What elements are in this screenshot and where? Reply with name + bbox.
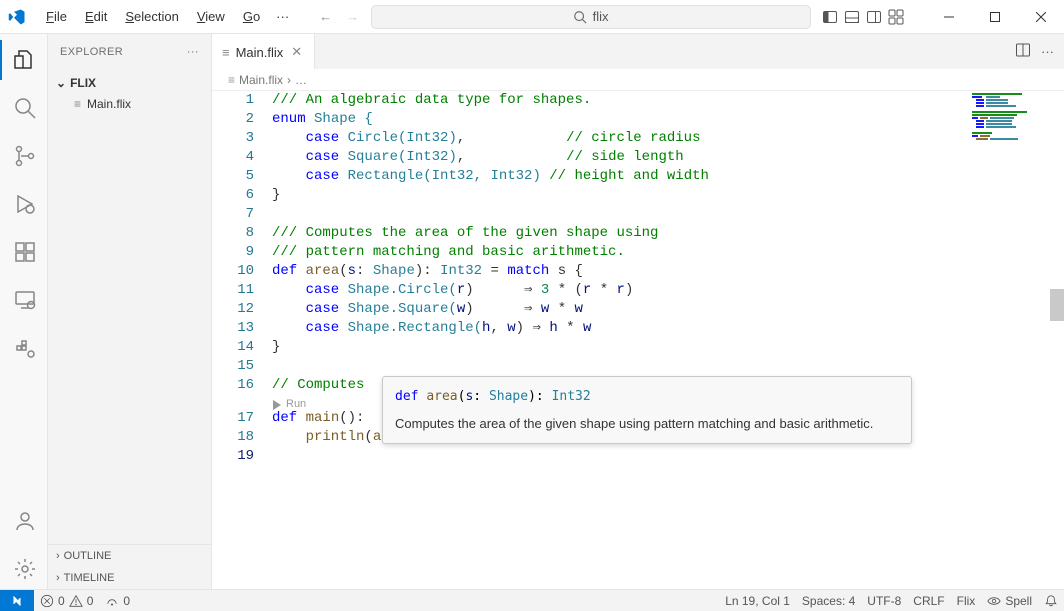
toggle-secondary-sidebar-icon[interactable] — [866, 9, 882, 25]
codelens-run[interactable]: Run — [272, 395, 306, 414]
activity-bar — [0, 34, 48, 589]
status-spaces[interactable]: Spaces: 4 — [796, 594, 861, 608]
customize-layout-icon[interactable] — [888, 9, 904, 25]
activity-explorer[interactable] — [0, 40, 48, 80]
activity-run-debug[interactable] — [0, 184, 48, 224]
status-lncol[interactable]: Ln 19, Col 1 — [719, 594, 796, 608]
tab-label: Main.flix — [236, 45, 284, 60]
timeline-section[interactable]: › TIMELINE — [48, 567, 211, 589]
search-text: flix — [593, 9, 609, 24]
window-maximize[interactable] — [972, 0, 1018, 34]
folder-root[interactable]: ⌄ FLIX — [48, 73, 211, 93]
breadcrumb-file: Main.flix — [239, 73, 283, 87]
menu-overflow[interactable]: ··· — [270, 5, 295, 28]
bell-icon — [1044, 594, 1058, 608]
hover-signature: def area(s: Shape): Int32 — [395, 387, 899, 406]
hover-doc: Computes the area of the given shape usi… — [395, 414, 899, 433]
window-minimize[interactable] — [926, 0, 972, 34]
status-problems[interactable]: 0 0 — [34, 590, 99, 611]
editor-tabs: ≡ Main.flix ✕ ··· — [212, 34, 1064, 69]
menu-view[interactable]: ViewView — [189, 5, 233, 28]
toggle-panel-icon[interactable] — [844, 9, 860, 25]
play-icon — [272, 400, 282, 410]
line-gutter: 12345678910111213141516 171819 — [212, 91, 272, 589]
title-bar: FFileile EditEdit SelectionSelection Vie… — [0, 0, 1064, 34]
command-center-search[interactable]: flix — [371, 5, 811, 29]
status-spell[interactable]: Spell — [981, 594, 1038, 608]
vscode-logo-icon — [0, 8, 34, 26]
chevron-right-icon: › — [56, 572, 60, 584]
status-language[interactable]: Flix — [951, 594, 982, 608]
file-tree-item[interactable]: ≡ Main.flix — [48, 95, 211, 113]
window-controls — [926, 0, 1064, 34]
editor-more-icon[interactable]: ··· — [1041, 44, 1054, 59]
file-icon: ≡ — [74, 97, 81, 111]
split-editor-icon[interactable] — [1015, 42, 1031, 61]
activity-remote-explorer[interactable] — [0, 280, 48, 320]
window-close[interactable] — [1018, 0, 1064, 34]
activity-accounts[interactable] — [0, 501, 48, 541]
activity-search[interactable] — [0, 88, 48, 128]
editor-scrollbar[interactable] — [1050, 91, 1064, 589]
status-notifications[interactable] — [1038, 594, 1064, 608]
chevron-down-icon: ⌄ — [56, 76, 66, 90]
status-ports[interactable]: 0 — [99, 590, 136, 611]
explorer-title: EXPLORER — [60, 46, 123, 58]
activity-extensions[interactable] — [0, 232, 48, 272]
search-icon — [573, 10, 587, 24]
activity-docker[interactable] — [0, 328, 48, 368]
menu-go[interactable]: GoGo — [235, 5, 268, 28]
hover-tooltip: def area(s: Shape): Int32 Computes the a… — [382, 376, 912, 444]
outline-section[interactable]: › OUTLINE — [48, 545, 211, 567]
eye-icon — [987, 594, 1001, 608]
editor-group: ≡ Main.flix ✕ ··· ≡ Main.flix › … 123456… — [212, 34, 1064, 589]
breadcrumb-sep: › — [287, 73, 291, 87]
file-icon: ≡ — [228, 73, 235, 87]
menu-file[interactable]: FFileile — [38, 5, 75, 28]
toggle-primary-sidebar-icon[interactable] — [822, 9, 838, 25]
history-nav: ← → — [319, 9, 359, 24]
status-errors-count: 0 — [58, 594, 65, 608]
folder-root-label: FLIX — [70, 76, 96, 90]
status-eol[interactable]: CRLF — [907, 594, 950, 608]
breadcrumb-more: … — [295, 73, 307, 87]
menu-selection[interactable]: SelectionSelection — [117, 5, 186, 28]
remote-indicator[interactable] — [0, 590, 34, 611]
timeline-label: TIMELINE — [64, 572, 115, 584]
outline-label: OUTLINE — [64, 550, 112, 562]
explorer-sidebar: EXPLORER ··· ⌄ FLIX ≡ Main.flix › OUTLIN… — [48, 34, 212, 589]
code-content[interactable]: /// An algebraic data type for shapes. e… — [272, 91, 1064, 589]
menu-edit[interactable]: EditEdit — [77, 5, 115, 28]
breadcrumbs[interactable]: ≡ Main.flix › … — [212, 69, 1064, 91]
chevron-right-icon: › — [56, 550, 60, 562]
explorer-more-icon[interactable]: ··· — [187, 46, 199, 58]
scrollbar-thumb[interactable] — [1050, 289, 1064, 321]
layout-controls — [822, 9, 904, 25]
codelens-run-label: Run — [286, 395, 306, 414]
activity-source-control[interactable] — [0, 136, 48, 176]
status-ports-count: 0 — [123, 594, 130, 608]
file-name: Main.flix — [87, 97, 131, 111]
editor-tab[interactable]: ≡ Main.flix ✕ — [212, 34, 315, 69]
status-warnings-count: 0 — [87, 594, 94, 608]
tab-close-icon[interactable]: ✕ — [289, 42, 304, 62]
status-encoding[interactable]: UTF-8 — [861, 594, 907, 608]
file-icon: ≡ — [222, 45, 230, 60]
nav-forward-icon[interactable]: → — [346, 9, 359, 24]
status-bar: 0 0 0 Ln 19, Col 1 Spaces: 4 UTF-8 CRLF … — [0, 589, 1064, 611]
activity-settings[interactable] — [0, 549, 48, 589]
menu-bar: FFileile EditEdit SelectionSelection Vie… — [34, 5, 295, 28]
text-editor[interactable]: 12345678910111213141516 171819 /// An al… — [212, 91, 1064, 589]
nav-back-icon[interactable]: ← — [319, 9, 332, 24]
